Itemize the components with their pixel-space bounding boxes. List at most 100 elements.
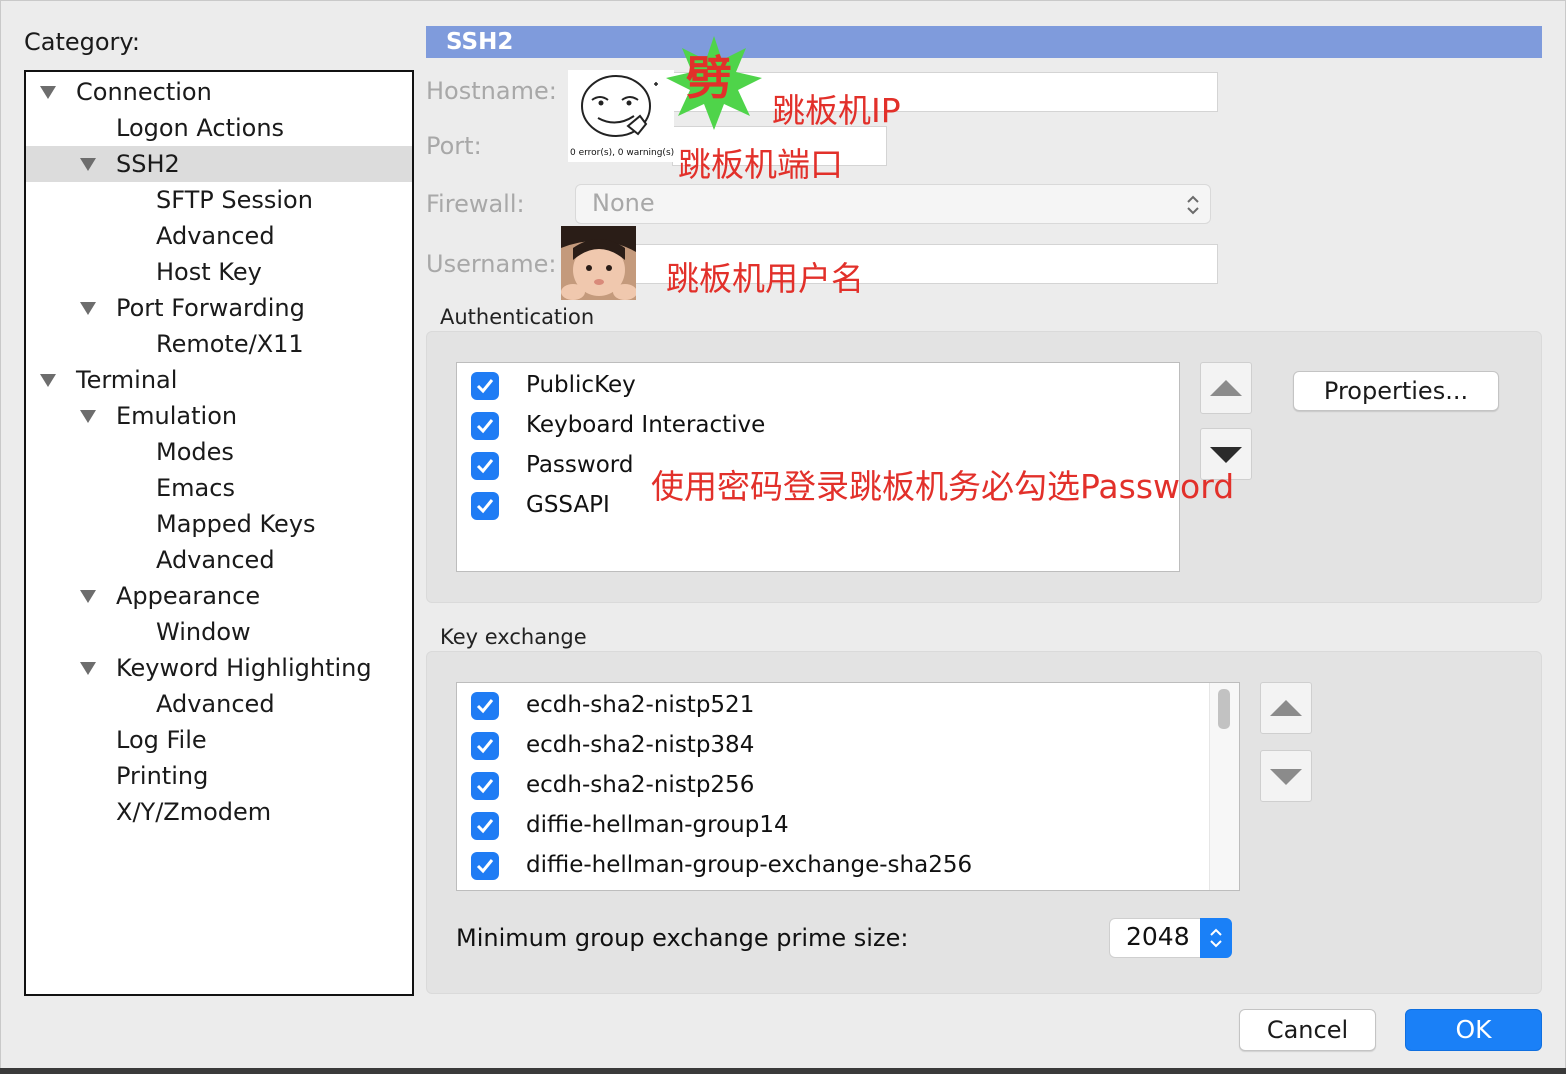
triangle-up-icon [1270,700,1302,716]
auth-item-keyboard-interactive[interactable]: Keyboard Interactive [457,405,1179,445]
expand-triangle-icon[interactable] [80,410,96,423]
prime-size-stepper[interactable]: 2048 [1109,918,1232,958]
prime-size-label: Minimum group exchange prime size: [456,924,909,952]
category-tree[interactable]: Connection Logon Actions SSH2 SFTP Sessi… [24,70,414,996]
kex-move-down-button[interactable] [1260,750,1312,802]
expand-triangle-icon[interactable] [40,374,56,387]
tree-item-label: Log File [116,726,207,754]
tree-item-logon-actions[interactable]: Logon Actions [26,110,412,146]
checkbox-checked-icon[interactable] [471,732,499,760]
expand-triangle-icon[interactable] [80,158,96,171]
checkbox-checked-icon[interactable] [471,812,499,840]
chevron-updown-icon [1210,928,1222,948]
annotation-password-note: 使用密码登录跳板机务必勾选Password [651,467,1235,506]
annotation-port: 跳板机端口 [678,145,843,184]
tree-item-printing[interactable]: Printing [26,758,412,794]
port-label: Port: [426,132,482,160]
tree-item-emacs[interactable]: Emacs [26,470,412,506]
prime-size-value: 2048 [1126,922,1190,951]
sticker-caption: 0 error(s), 0 warning(s) [570,148,675,158]
kex-item-label: ecdh-sha2-nistp384 [526,732,755,758]
firewall-label: Firewall: [426,190,525,218]
background-terminal-strip [0,1068,1566,1074]
tree-item-label: Window [156,618,251,646]
kex-item-label: diffie-hellman-group14 [526,812,789,838]
tree-item-remote-x11[interactable]: Remote/X11 [26,326,412,362]
checkbox-checked-icon[interactable] [471,492,499,520]
auth-item-label: PublicKey [526,372,636,398]
tree-item-label: Advanced [156,222,275,250]
kex-item-label: ecdh-sha2-nistp256 [526,772,755,798]
key-exchange-title: Key exchange [440,625,587,649]
checkbox-checked-icon[interactable] [471,412,499,440]
tree-item-host-key[interactable]: Host Key [26,254,412,290]
tree-item-label: Advanced [156,546,275,574]
tree-item-modes[interactable]: Modes [26,434,412,470]
triangle-down-icon [1270,769,1302,785]
tree-item-label: Emacs [156,474,235,502]
kex-item-ecdh-nistp384[interactable]: ecdh-sha2-nistp384 [457,725,1239,765]
properties-button[interactable]: Properties... [1293,371,1499,411]
tree-item-window[interactable]: Window [26,614,412,650]
auth-move-up-button[interactable] [1200,362,1252,414]
annotation-username: 跳板机用户名 [666,259,864,298]
expand-triangle-icon[interactable] [40,86,56,99]
tree-item-label: Port Forwarding [116,294,305,322]
tree-item-ssh2[interactable]: SSH2 [26,146,412,182]
firewall-select[interactable]: None [575,184,1211,224]
tree-item-emulation-advanced[interactable]: Advanced [26,542,412,578]
stamp-burst: 劈 [664,36,764,132]
checkbox-checked-icon[interactable] [471,772,499,800]
tree-item-label: Keyword Highlighting [116,654,372,682]
tree-item-highlighting-advanced[interactable]: Advanced [26,686,412,722]
tree-item-label: Connection [76,78,212,106]
tree-item-label: X/Y/Zmodem [116,798,272,826]
tree-item-sftp-session[interactable]: SFTP Session [26,182,412,218]
tree-item-label: Mapped Keys [156,510,316,538]
tree-item-ssh2-advanced[interactable]: Advanced [26,218,412,254]
stamp-text: 劈 [686,51,732,105]
scroll-thumb[interactable] [1218,689,1230,729]
kex-list-scrollbar[interactable] [1209,683,1239,890]
tree-item-label: Appearance [116,582,261,610]
authentication-title: Authentication [440,305,595,329]
tree-item-xyzmodem[interactable]: X/Y/Zmodem [26,794,412,830]
kex-item-ecdh-nistp256[interactable]: ecdh-sha2-nistp256 [457,765,1239,805]
tree-item-keyword-highlighting[interactable]: Keyword Highlighting [26,650,412,686]
kex-item-ecdh-nistp521[interactable]: ecdh-sha2-nistp521 [457,685,1239,725]
checkbox-checked-icon[interactable] [471,692,499,720]
expand-triangle-icon[interactable] [80,302,96,315]
category-label: Category: [24,28,140,56]
kex-item-dh-group14[interactable]: diffie-hellman-group14 [457,805,1239,845]
checkbox-checked-icon[interactable] [471,372,499,400]
expand-triangle-icon[interactable] [80,662,96,675]
tree-item-emulation[interactable]: Emulation [26,398,412,434]
tree-item-log-file[interactable]: Log File [26,722,412,758]
child-face-icon [561,226,636,300]
tree-item-label: SFTP Session [156,186,313,214]
key-exchange-list[interactable]: ecdh-sha2-nistp521 ecdh-sha2-nistp384 ec… [456,682,1240,891]
kex-move-up-button[interactable] [1260,682,1312,734]
tree-item-port-forwarding[interactable]: Port Forwarding [26,290,412,326]
kex-item-dh-group-exchange-sha256[interactable]: diffie-hellman-group-exchange-sha256 [457,845,1239,885]
tree-item-label: Logon Actions [116,114,285,142]
meme-sticker: 0 error(s), 0 warning(s) [568,70,674,162]
tree-item-mapped-keys[interactable]: Mapped Keys [26,506,412,542]
tree-item-terminal[interactable]: Terminal [26,362,412,398]
tree-item-label: Printing [116,762,209,790]
expand-triangle-icon[interactable] [80,590,96,603]
stepper-arrows[interactable] [1200,918,1232,958]
tree-item-connection[interactable]: Connection [26,74,412,110]
ok-button[interactable]: OK [1405,1009,1542,1051]
cancel-button[interactable]: Cancel [1239,1009,1376,1051]
auth-item-publickey[interactable]: PublicKey [457,365,1179,405]
annotation-hostname: 跳板机IP [772,91,901,130]
kex-item-label: ecdh-sha2-nistp521 [526,692,755,718]
username-label: Username: [426,250,557,278]
checkbox-checked-icon[interactable] [471,852,499,880]
checkbox-checked-icon[interactable] [471,452,499,480]
auth-item-label: Keyboard Interactive [526,412,766,438]
triangle-up-icon [1210,380,1242,396]
tree-item-appearance[interactable]: Appearance [26,578,412,614]
tree-item-label: Advanced [156,690,275,718]
